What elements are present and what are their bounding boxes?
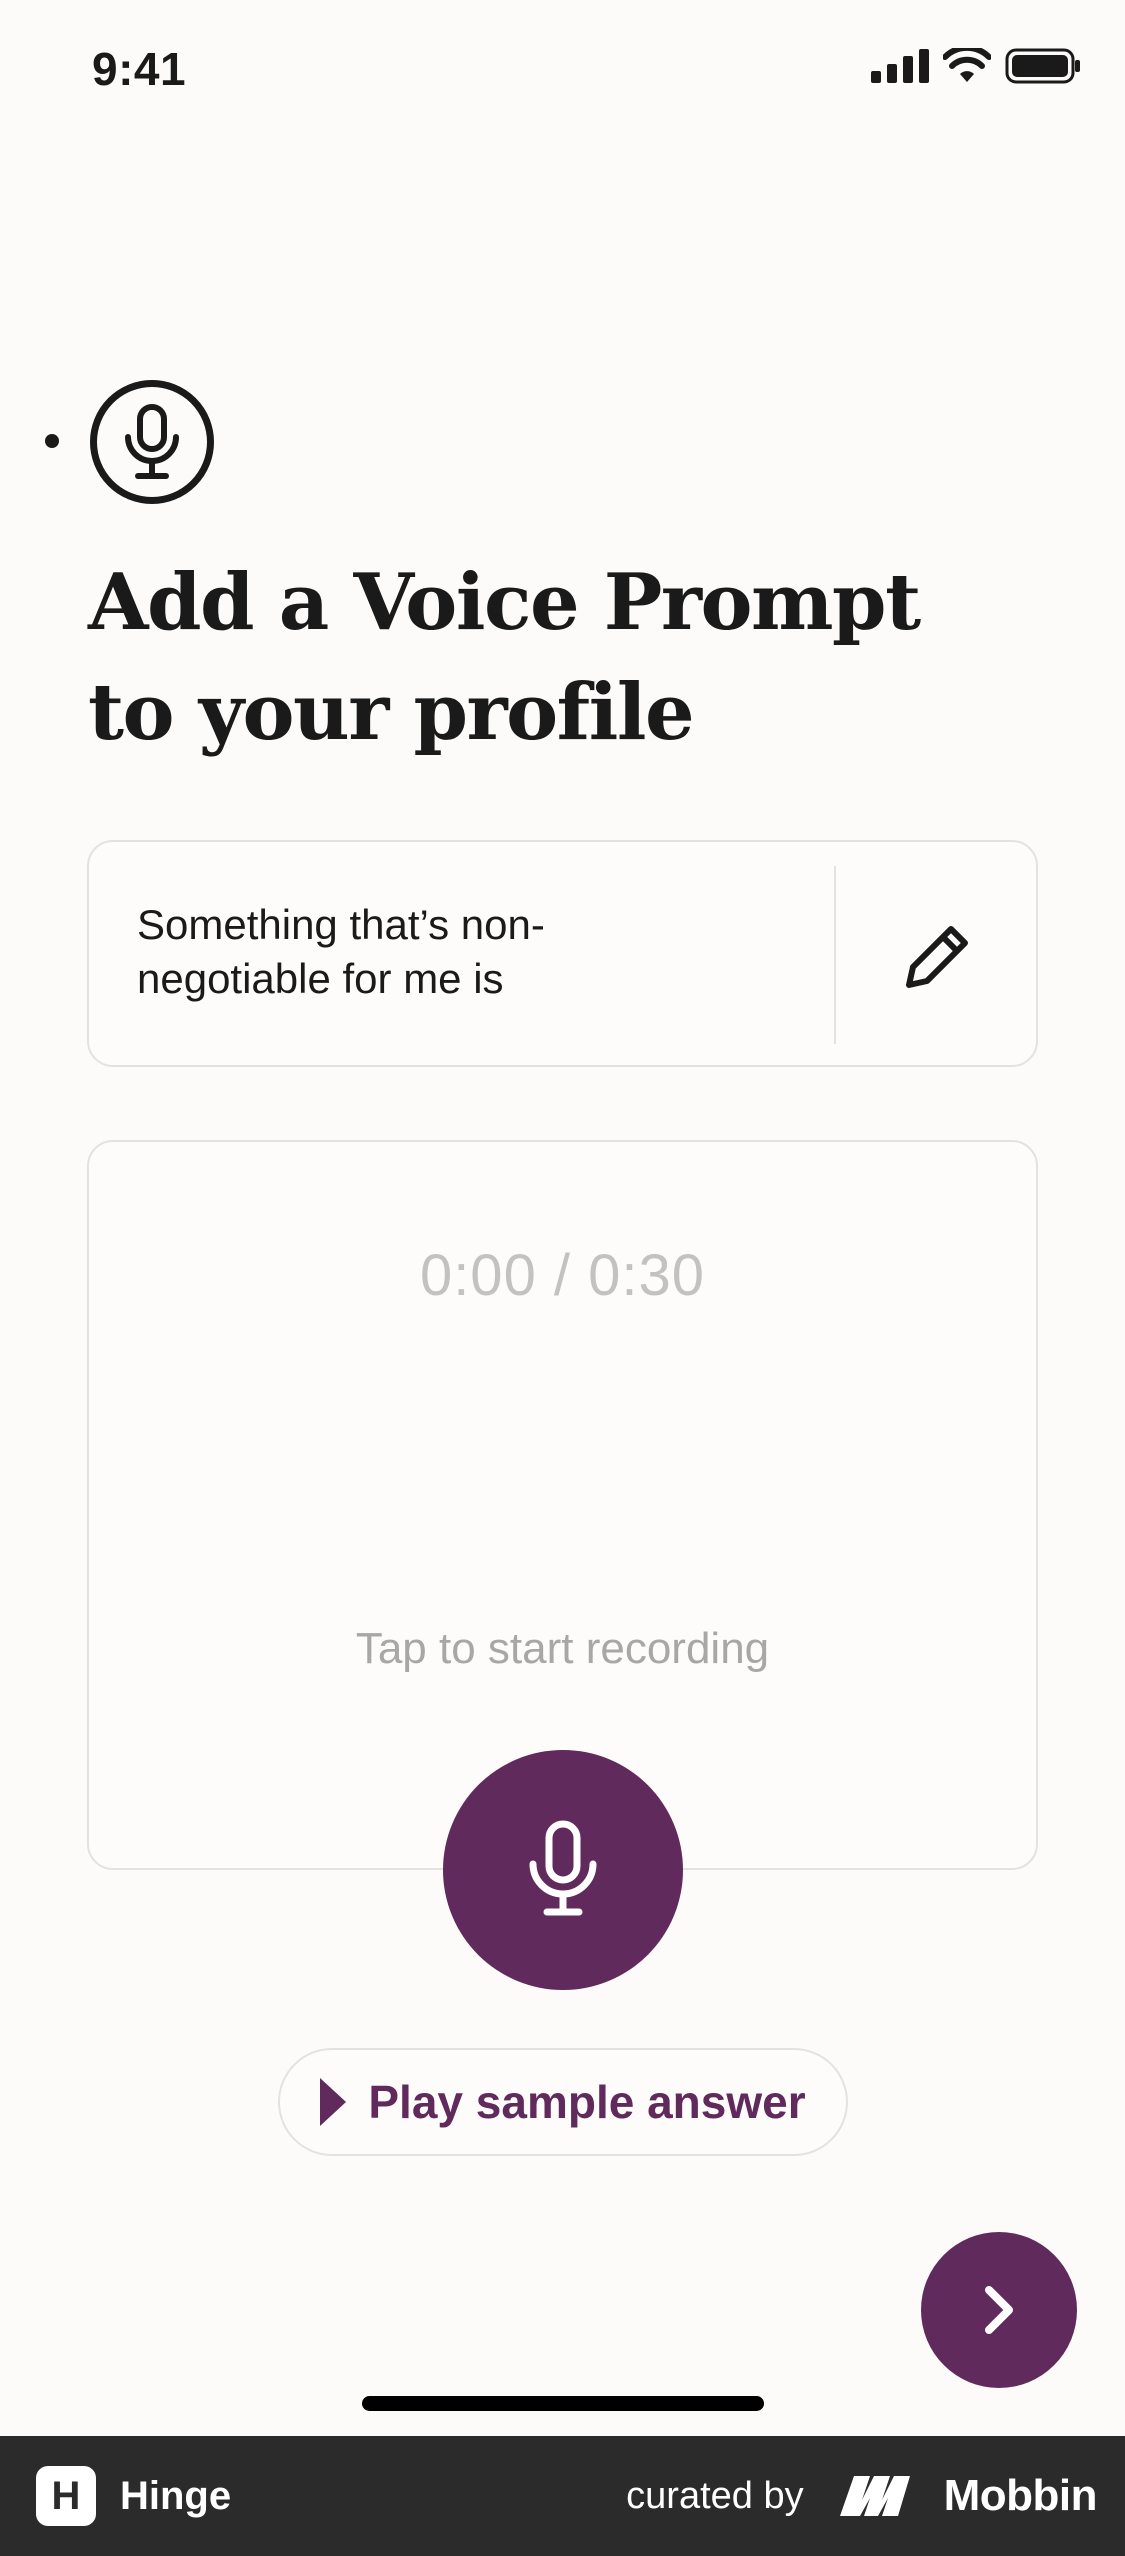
status-time: 9:41 <box>92 43 187 95</box>
curator-attribution: curated by Mobbin <box>626 2471 1097 2521</box>
cellular-signal-icon <box>871 49 929 83</box>
play-sample-label: Play sample answer <box>368 2076 806 2128</box>
app-attribution: H Hinge <box>36 2466 231 2526</box>
mobbin-logo-icon <box>839 2476 910 2516</box>
chevron-right-icon <box>985 2286 1013 2334</box>
play-icon <box>320 2078 347 2126</box>
wifi-icon <box>943 48 991 82</box>
next-button[interactable] <box>921 2232 1077 2388</box>
record-button[interactable] <box>443 1750 683 1990</box>
recording-timer: 0:00 / 0:30 <box>419 1243 706 1308</box>
pencil-icon <box>906 925 968 988</box>
voice-prompt-badge <box>90 380 214 504</box>
page-title: Add a Voice Prompt to your profile <box>88 557 921 758</box>
curated-by-label: curated by <box>626 2474 804 2517</box>
battery-icon <box>1005 48 1080 84</box>
prompt-question: Something that’s non-negotiable for me i… <box>137 901 545 1002</box>
status-icons <box>871 48 1081 84</box>
mobbin-brand: Mobbin <box>943 2471 1098 2520</box>
edit-prompt-button[interactable] <box>836 842 1040 1069</box>
home-indicator <box>362 2396 764 2411</box>
hinge-logo-icon: H <box>36 2466 96 2526</box>
app-name: Hinge <box>120 2473 232 2518</box>
recording-hint: Tap to start recording <box>355 1624 770 1673</box>
play-sample-button[interactable]: Play sample answer <box>278 2048 848 2156</box>
attribution-footer: H Hinge curated by Mobbin <box>0 2436 1125 2556</box>
microphone-icon <box>125 404 179 479</box>
prompt-card[interactable]: Something that’s non-negotiable for me i… <box>87 840 1038 1067</box>
voice-prompt-screen: 9:41 Add a Voice Prompt to your profile <box>0 0 1125 2556</box>
progress-dot <box>45 434 59 448</box>
microphone-icon <box>529 1820 597 1916</box>
